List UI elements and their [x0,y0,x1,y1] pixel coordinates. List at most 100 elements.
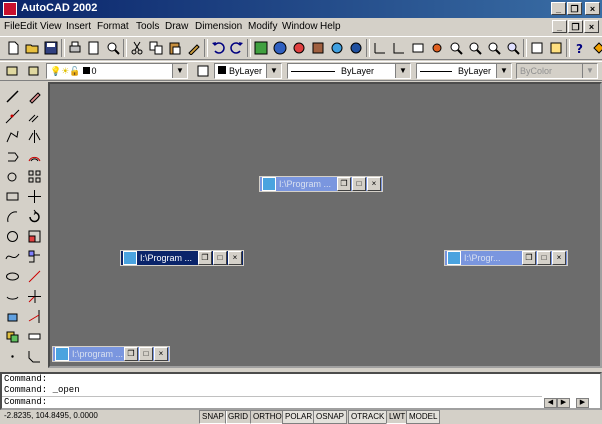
stretch-icon[interactable] [24,246,44,266]
menu-draw[interactable]: Draw [165,21,188,32]
window-maximize-button[interactable]: □ [213,251,227,265]
chevron-down-icon[interactable]: ▼ [582,64,597,78]
zoom-window-icon[interactable] [466,39,484,57]
find-icon[interactable] [104,39,122,57]
layer-properties-icon[interactable] [4,62,22,80]
command-window[interactable]: Command: Command: _open Command: ◀ ▶ ▶ [0,372,602,410]
autocad-app-icon[interactable] [3,2,17,16]
match-properties-icon[interactable] [185,39,203,57]
doc-close-button[interactable]: × [584,20,599,33]
rectangle-icon[interactable] [2,186,22,206]
spline-icon[interactable] [2,246,22,266]
drawing-window-minimized[interactable]: I:\program ... ❐ □ × [52,346,170,362]
print-icon[interactable] [66,39,84,57]
redo-icon[interactable] [228,39,246,57]
ellipse-icon[interactable] [2,266,22,286]
chamfer-icon[interactable] [24,346,44,366]
properties-icon[interactable] [271,39,289,57]
point-icon[interactable] [2,346,22,366]
menu-dimension[interactable]: Dimension [195,21,242,32]
chevron-down-icon[interactable]: ▼ [266,64,281,78]
close-button[interactable]: × [585,2,600,15]
menu-edit[interactable]: Edit [20,21,37,32]
window-maximize-button[interactable]: □ [537,251,551,265]
doc-minimize-button[interactable]: _ [552,20,567,33]
polygon-icon[interactable] [2,146,22,166]
color-dropdown[interactable]: ByLayer ▼ [214,63,282,79]
zoom-extents-icon[interactable] [504,39,522,57]
break-icon[interactable] [24,326,44,346]
arc-icon[interactable] [2,206,22,226]
coordinates-readout[interactable]: -2.8235, 104.8495, 0.0000 [2,410,174,422]
menu-view[interactable]: View [40,21,62,32]
minimize-button[interactable]: _ [551,2,566,15]
window-restore-button[interactable]: ❐ [198,251,212,265]
web-icon[interactable] [328,39,346,57]
array-icon[interactable] [24,166,44,186]
circle-small-icon[interactable] [2,166,22,186]
window-restore-button[interactable]: ❐ [337,177,351,191]
window-close-button[interactable]: × [154,347,168,361]
menu-tools[interactable]: Tools [136,21,159,32]
offset-icon[interactable] [24,146,44,166]
plot-preview-icon[interactable] [85,39,103,57]
doc-restore-button[interactable]: ❐ [568,20,583,33]
pan-icon[interactable] [290,39,308,57]
lineweight-dropdown[interactable]: ByLayer ▼ [416,63,512,79]
drawing-window-minimized-active[interactable]: I:\Program ... ❐ □ × [120,250,244,266]
drawing-window-minimized[interactable]: I:\Progr... ❐ □ × [444,250,568,266]
command-prompt[interactable]: Command: [2,396,542,408]
drawing-window-minimized[interactable]: I:\Program ... ❐ □ × [259,176,383,192]
copy-object-icon[interactable] [24,106,44,126]
rotate-icon[interactable] [24,206,44,226]
layer-dropdown[interactable]: 💡☀🔓 0 ▼ [46,63,188,79]
save-disk-icon[interactable] [42,39,60,57]
make-block-icon[interactable] [2,326,22,346]
named-views-icon[interactable] [409,39,427,57]
hyperlink-icon[interactable] [347,39,365,57]
cut-icon[interactable] [128,39,146,57]
menu-format[interactable]: Format [97,21,129,32]
extend-icon[interactable] [24,306,44,326]
paste-icon[interactable] [166,39,184,57]
trim-icon[interactable] [24,286,44,306]
open-folder-icon[interactable] [23,39,41,57]
plotstyle-dropdown[interactable]: ByColor ▼ [516,63,598,79]
chevron-down-icon[interactable]: ▼ [172,64,187,78]
linetype-dropdown[interactable]: ByLayer ▼ [287,63,411,79]
move-icon[interactable] [24,186,44,206]
new-file-icon[interactable] [4,39,22,57]
window-close-button[interactable]: × [367,177,381,191]
erase-icon[interactable] [24,86,44,106]
layer-previous-icon[interactable] [194,62,212,80]
drawing-area[interactable]: I:\Program ... ❐ □ × I:\Program ... ❐ □ … [48,82,602,368]
chevron-down-icon[interactable]: ▼ [496,64,511,78]
today-icon[interactable] [528,39,546,57]
menu-help[interactable]: Help [320,21,341,32]
make-object-layer-current-icon[interactable] [24,62,42,80]
zoom-realtime-icon[interactable] [447,39,465,57]
window-maximize-button[interactable]: □ [352,177,366,191]
pan-realtime-icon[interactable] [428,39,446,57]
menu-window[interactable]: Window [282,21,318,32]
scroll-left-button[interactable]: ◀ [544,398,557,408]
zoom-previous-icon[interactable] [485,39,503,57]
window-close-button[interactable]: × [552,251,566,265]
window-close-button[interactable]: × [228,251,242,265]
tool-palette-icon[interactable] [309,39,327,57]
circle-icon[interactable] [2,226,22,246]
menu-modify[interactable]: Modify [248,21,277,32]
window-maximize-button[interactable]: □ [139,347,153,361]
lengthen-icon[interactable] [24,266,44,286]
copy-icon[interactable] [147,39,165,57]
restore-button[interactable]: ❐ [567,2,582,15]
ucs-icon[interactable] [371,39,389,57]
mirror-icon[interactable] [24,126,44,146]
scroll-right-button[interactable]: ▶ [557,398,570,408]
distance-icon[interactable] [390,39,408,57]
menu-file[interactable]: File [4,21,20,32]
line-icon[interactable] [2,86,22,106]
ellipse-arc-icon[interactable] [2,286,22,306]
window-restore-button[interactable]: ❐ [124,347,138,361]
dbconnect-icon[interactable] [547,39,565,57]
